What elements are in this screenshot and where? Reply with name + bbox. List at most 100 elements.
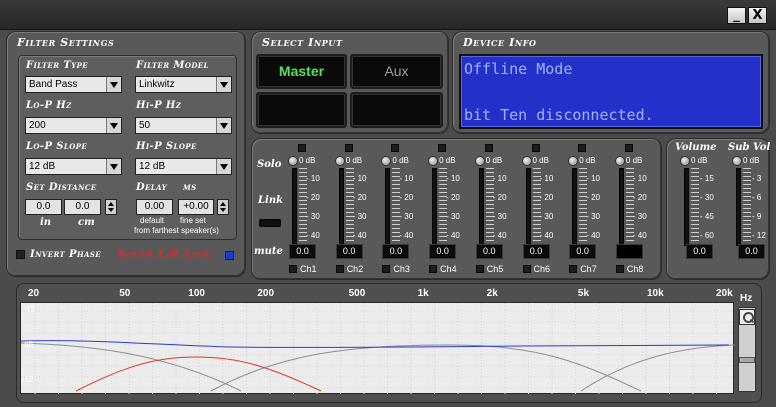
filter-type-select[interactable]: Band Pass bbox=[25, 76, 122, 93]
channel-gain-value[interactable]: 0.0 bbox=[569, 244, 597, 259]
solo-toggle[interactable] bbox=[624, 144, 633, 152]
input-slot-4[interactable] bbox=[350, 92, 443, 128]
fader-track[interactable] bbox=[478, 168, 484, 246]
solo-toggle[interactable] bbox=[531, 144, 540, 152]
chevron-down-icon[interactable] bbox=[106, 159, 121, 174]
volume-fader[interactable]: 0 dB - 15 - 30 - 45 - 60 0.0 bbox=[680, 156, 730, 266]
fader-knob[interactable] bbox=[521, 156, 532, 166]
solo-toggle[interactable] bbox=[578, 144, 587, 152]
fader-track[interactable] bbox=[385, 168, 391, 246]
distance-in-input[interactable]: 0.0 bbox=[25, 199, 62, 215]
frequency-graph[interactable] bbox=[20, 302, 735, 395]
zoom-icon[interactable] bbox=[739, 309, 755, 325]
fader-scale-label: - 20 bbox=[632, 193, 647, 202]
input-slot-3[interactable] bbox=[256, 92, 347, 128]
link-button[interactable] bbox=[259, 219, 281, 227]
distance-stepper[interactable] bbox=[105, 199, 117, 215]
mute-toggle[interactable] bbox=[569, 265, 578, 273]
hi-p-slope-select[interactable]: 12 dB bbox=[135, 158, 232, 175]
chevron-down-icon[interactable] bbox=[106, 77, 121, 92]
solo-toggle[interactable] bbox=[391, 144, 400, 152]
fader-knob[interactable] bbox=[614, 156, 625, 166]
delay-fine-input[interactable]: +0.00 bbox=[178, 199, 214, 215]
fader-knob[interactable] bbox=[288, 156, 298, 166]
volume-ticks bbox=[691, 168, 699, 246]
fader-knob[interactable] bbox=[474, 156, 485, 166]
fader-track[interactable] bbox=[432, 168, 438, 246]
volume-scale-3: - 45 bbox=[700, 212, 714, 221]
channel-label: Ch7 bbox=[580, 264, 597, 274]
mute-toggle[interactable] bbox=[615, 265, 624, 273]
fader-scale-label: - 40 bbox=[539, 231, 554, 240]
fader-max-label: 0 dB bbox=[532, 156, 549, 165]
fader-track[interactable] bbox=[338, 168, 344, 246]
zoom-scroll-thumb[interactable] bbox=[739, 357, 755, 363]
mute-toggle[interactable] bbox=[382, 265, 391, 273]
device-status-line-1: Offline Mode bbox=[464, 60, 573, 78]
distance-cm-input[interactable]: 0.0 bbox=[64, 199, 101, 215]
close-button[interactable]: X bbox=[748, 7, 767, 24]
solo-toggle[interactable] bbox=[344, 144, 353, 152]
delay-stepper[interactable] bbox=[217, 199, 229, 215]
channel-gain-value[interactable] bbox=[615, 244, 643, 259]
fader-track[interactable] bbox=[572, 168, 578, 246]
chevron-down-icon[interactable] bbox=[216, 118, 231, 133]
sub-vol-fader[interactable]: 0 dB - 3 - 6 - 9 - 12 0.0 bbox=[732, 156, 776, 266]
fader-track[interactable] bbox=[292, 168, 297, 246]
channel-gain-value[interactable]: 0.0 bbox=[289, 244, 316, 259]
chevron-down-icon[interactable] bbox=[216, 159, 231, 174]
fader-scale-label: - 30 bbox=[446, 212, 460, 221]
crossover-curve-2 bbox=[210, 344, 642, 392]
sub-vol-knob[interactable] bbox=[732, 156, 742, 166]
aux-input-button[interactable]: Aux bbox=[350, 54, 443, 89]
mute-toggle[interactable] bbox=[335, 265, 344, 273]
channel-gain-value[interactable]: 0.0 bbox=[429, 244, 457, 259]
hi-p-hz-select[interactable]: 50 bbox=[135, 117, 232, 134]
solo-toggle[interactable] bbox=[438, 144, 447, 152]
sub-vol-track[interactable] bbox=[736, 168, 741, 246]
fader-scale-label: - 20 bbox=[492, 193, 507, 202]
xover-link-toggle[interactable] bbox=[225, 251, 234, 260]
chevron-down-icon[interactable] bbox=[106, 118, 121, 133]
delay-default-input[interactable]: 0.00 bbox=[136, 199, 173, 215]
lo-p-slope-select[interactable]: 12 dB bbox=[25, 158, 122, 175]
minimize-button[interactable]: _ bbox=[727, 7, 746, 24]
filter-model-select[interactable]: Linkwitz bbox=[135, 76, 232, 93]
channel-gain-value[interactable]: 0.0 bbox=[475, 244, 503, 259]
mute-toggle[interactable] bbox=[475, 265, 484, 273]
mute-label: mute bbox=[254, 246, 283, 257]
volume-track[interactable] bbox=[684, 168, 689, 246]
channel-gain-value[interactable]: 0.0 bbox=[522, 244, 550, 259]
sub-vol-value[interactable]: 0.0 bbox=[738, 244, 765, 259]
fader-knob[interactable] bbox=[428, 156, 439, 166]
fader-knob[interactable] bbox=[381, 156, 392, 166]
channel-strip: 0 dB - 10 - 20 - 30 - 40 Ch8 bbox=[614, 144, 661, 276]
invert-phase-checkbox[interactable] bbox=[16, 250, 25, 259]
chevron-down-icon[interactable] bbox=[216, 77, 231, 92]
fader-scale-label: - 30 bbox=[352, 212, 367, 221]
fader-scale-label: - 10 bbox=[632, 174, 647, 183]
volume-knob[interactable] bbox=[680, 156, 690, 166]
mute-toggle[interactable] bbox=[429, 265, 438, 273]
channel-gain-value[interactable]: 0.0 bbox=[335, 244, 363, 259]
master-input-button[interactable]: Master bbox=[256, 54, 347, 89]
channel-strip: 0 dB - 10 - 20 - 30 - 40 0.0 Ch1 bbox=[288, 144, 334, 276]
lo-p-hz-select[interactable]: 200 bbox=[25, 117, 122, 134]
solo-toggle[interactable] bbox=[484, 144, 493, 152]
frequency-tick-label: 20 bbox=[28, 288, 40, 299]
fader-track[interactable] bbox=[525, 168, 531, 246]
fader-scale-label: - 20 bbox=[586, 193, 600, 202]
device-info-title: Device Info bbox=[463, 36, 537, 49]
fader-knob[interactable] bbox=[334, 156, 345, 166]
mute-toggle[interactable] bbox=[522, 265, 531, 273]
fader-scale-label: - 10 bbox=[352, 174, 367, 183]
fader-scale-label: - 10 bbox=[539, 174, 554, 183]
lo-p-slope-value: 12 dB bbox=[29, 161, 56, 172]
mute-toggle[interactable] bbox=[289, 265, 297, 273]
channel-gain-value[interactable]: 0.0 bbox=[382, 244, 410, 259]
filter-type-value: Band Pass bbox=[29, 79, 78, 90]
volume-value[interactable]: 0.0 bbox=[686, 244, 713, 259]
fader-knob[interactable] bbox=[568, 156, 579, 166]
fader-track[interactable] bbox=[618, 168, 624, 246]
solo-toggle[interactable] bbox=[298, 144, 306, 152]
